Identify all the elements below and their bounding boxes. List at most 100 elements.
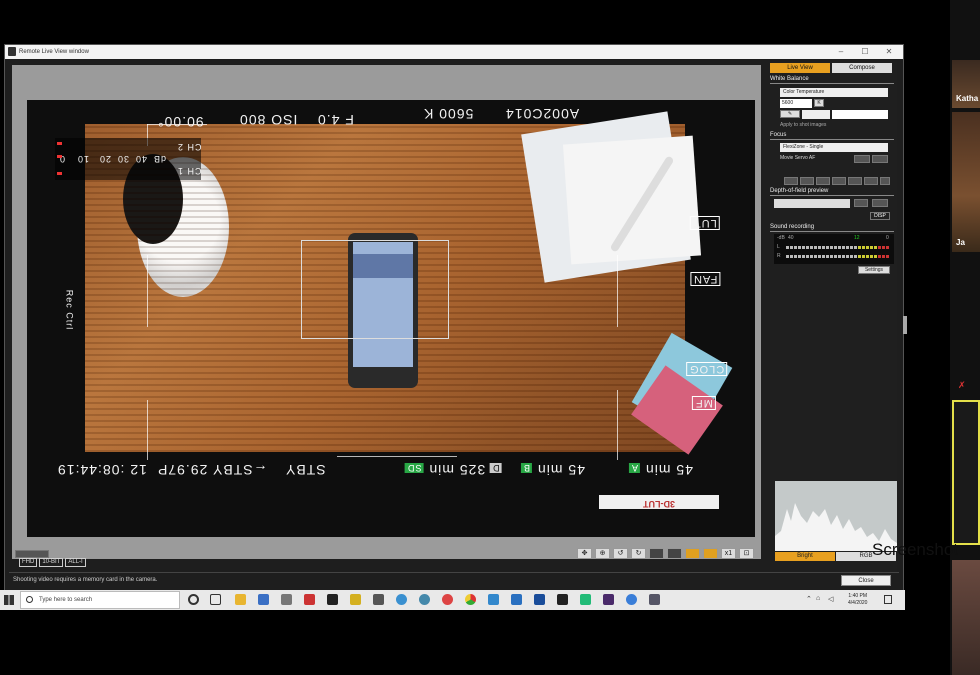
tab-compose[interactable]: Compose [832, 63, 892, 73]
osd-timecode: 12 :08:44:19 [57, 462, 147, 478]
volume-icon[interactable]: ◁ [828, 595, 833, 603]
osd-card-a-time: 45 min A [629, 462, 693, 478]
aspect-icon[interactable] [667, 548, 682, 559]
app-icon-3[interactable] [304, 594, 315, 605]
active-speaker-tile[interactable] [952, 400, 980, 545]
vu-scale-10: 10 [77, 154, 90, 164]
osd-lut: LUT [690, 216, 720, 230]
card-sd-badge: SD [405, 463, 424, 473]
focus-far-3[interactable] [864, 177, 878, 185]
osd-mf: MF [692, 396, 716, 410]
disp-button[interactable]: DISP [870, 212, 890, 220]
card-a-badge: A [629, 463, 641, 473]
minimize-button[interactable]: – [829, 46, 853, 58]
wb-apply-label[interactable]: Apply to shot images [780, 122, 826, 128]
wb-unit-button[interactable]: K [814, 99, 824, 107]
eyedropper-icon[interactable]: ✎ [780, 110, 800, 118]
zoom-slider[interactable] [15, 550, 49, 558]
network-icon[interactable]: ⌂ [816, 595, 820, 602]
focus-mode-select[interactable]: FlexiZone - Single [780, 143, 888, 152]
dof-on-button[interactable] [854, 199, 868, 207]
cortana-icon[interactable] [188, 594, 199, 605]
sound-meter-segment [846, 246, 849, 249]
zoom-icon[interactable]: ⊕ [595, 548, 610, 559]
wb-custom-field[interactable] [832, 110, 888, 119]
dof-off-button[interactable] [872, 199, 888, 207]
focus-far-1[interactable] [832, 177, 846, 185]
app-icon-2[interactable] [281, 594, 292, 605]
app-icon-13[interactable] [580, 594, 591, 605]
windows-start-icon[interactable] [4, 595, 14, 605]
premiere-icon[interactable] [603, 594, 614, 605]
maximize-button[interactable]: ☐ [853, 46, 877, 58]
wb-shift-select[interactable] [802, 110, 830, 119]
grid-icon[interactable] [649, 548, 664, 559]
sound-settings-button[interactable]: Settings [858, 266, 890, 274]
movie-servo-af-checkbox[interactable]: Movie Servo AF [780, 155, 815, 161]
focus-near-3[interactable] [784, 177, 798, 185]
wb-kelvin-input[interactable]: 5600 [780, 99, 812, 108]
task-view-icon[interactable] [210, 594, 221, 605]
app-icon-12[interactable] [557, 594, 568, 605]
chrome-icon[interactable] [465, 594, 476, 605]
sound-meter-segment [858, 255, 861, 258]
resize-handle[interactable] [903, 316, 907, 334]
app-icon-5[interactable] [350, 594, 361, 605]
af-button-off[interactable] [872, 155, 888, 163]
overlay-icon[interactable] [685, 548, 700, 559]
focus-more-button[interactable] [880, 177, 890, 185]
participant-tile-1[interactable]: Katha [952, 60, 980, 108]
tab-live-view[interactable]: Live View [770, 63, 830, 73]
participant-tile-3[interactable]: ✗ [952, 380, 980, 394]
right-control-panel: Live View Compose White Balance Color Te… [770, 62, 897, 572]
sound-meter-segment [842, 255, 845, 258]
live-view-frame[interactable]: A002C014 5600 K F 4.0 ISO 800 90.00° CH … [12, 65, 761, 567]
tray-chevron-icon[interactable]: ⌃ [806, 595, 812, 603]
zoom-ratio-icon[interactable]: x1 [721, 548, 736, 559]
app-icon-6[interactable] [396, 594, 407, 605]
sound-meter-segment [854, 255, 857, 258]
move-icon[interactable]: ✥ [577, 548, 592, 559]
sound-meter-segment [862, 255, 865, 258]
osd-card-d-time: D 325 min SD [405, 462, 502, 478]
sound-meter-segment [838, 246, 841, 249]
osd-3d-lut-badge: 3D-LUT [599, 495, 719, 509]
close-window-button[interactable]: ✕ [877, 46, 901, 58]
af-focus-frame[interactable] [301, 240, 449, 339]
participant-tile-4[interactable] [952, 560, 980, 675]
participant-tile-2[interactable]: Ja [952, 112, 980, 252]
app-icon-14[interactable] [649, 594, 660, 605]
osd-fan: FAN [690, 272, 721, 286]
mirror-icon[interactable] [703, 548, 718, 559]
focus-far-2[interactable] [848, 177, 862, 185]
notifications-icon[interactable] [884, 595, 892, 604]
app-icon-11[interactable] [534, 594, 545, 605]
fit-icon[interactable]: ⊡ [739, 548, 754, 559]
calculator-icon[interactable] [373, 594, 384, 605]
app-icon-9[interactable] [488, 594, 499, 605]
card-a-time: 45 min [644, 462, 693, 478]
app-icon-8[interactable] [442, 594, 453, 605]
sound-meter-segment [886, 255, 889, 258]
focus-heading: Focus [770, 132, 894, 140]
zoom-app-icon[interactable] [626, 594, 637, 605]
histogram-bright-tab[interactable]: Bright [775, 552, 835, 561]
app-icon-4[interactable] [327, 594, 338, 605]
wb-mode-select[interactable]: Color Temperature [780, 88, 888, 97]
title-bar[interactable]: Remote Live View window – ☐ ✕ [5, 45, 903, 59]
af-button-on[interactable] [854, 155, 870, 163]
file-explorer-icon[interactable] [235, 594, 246, 605]
rotate-left-icon[interactable]: ↺ [613, 548, 628, 559]
app-icon-1[interactable] [258, 594, 269, 605]
app-icon-7[interactable] [419, 594, 430, 605]
rotate-right-icon[interactable]: ↻ [631, 548, 646, 559]
tray-clock[interactable]: 1:40 PM 4/4/2020 [848, 593, 867, 607]
video-call-strip: Katha Ja ✗ [950, 0, 980, 675]
sound-meter-segment [786, 255, 789, 258]
live-view-image[interactable]: A002C014 5600 K F 4.0 ISO 800 90.00° CH … [27, 100, 755, 537]
app-icon-10[interactable] [511, 594, 522, 605]
focus-near-1[interactable] [816, 177, 830, 185]
focus-near-2[interactable] [800, 177, 814, 185]
close-button[interactable]: Close [841, 575, 891, 586]
taskbar-search-input[interactable]: Type here to search [20, 591, 180, 609]
